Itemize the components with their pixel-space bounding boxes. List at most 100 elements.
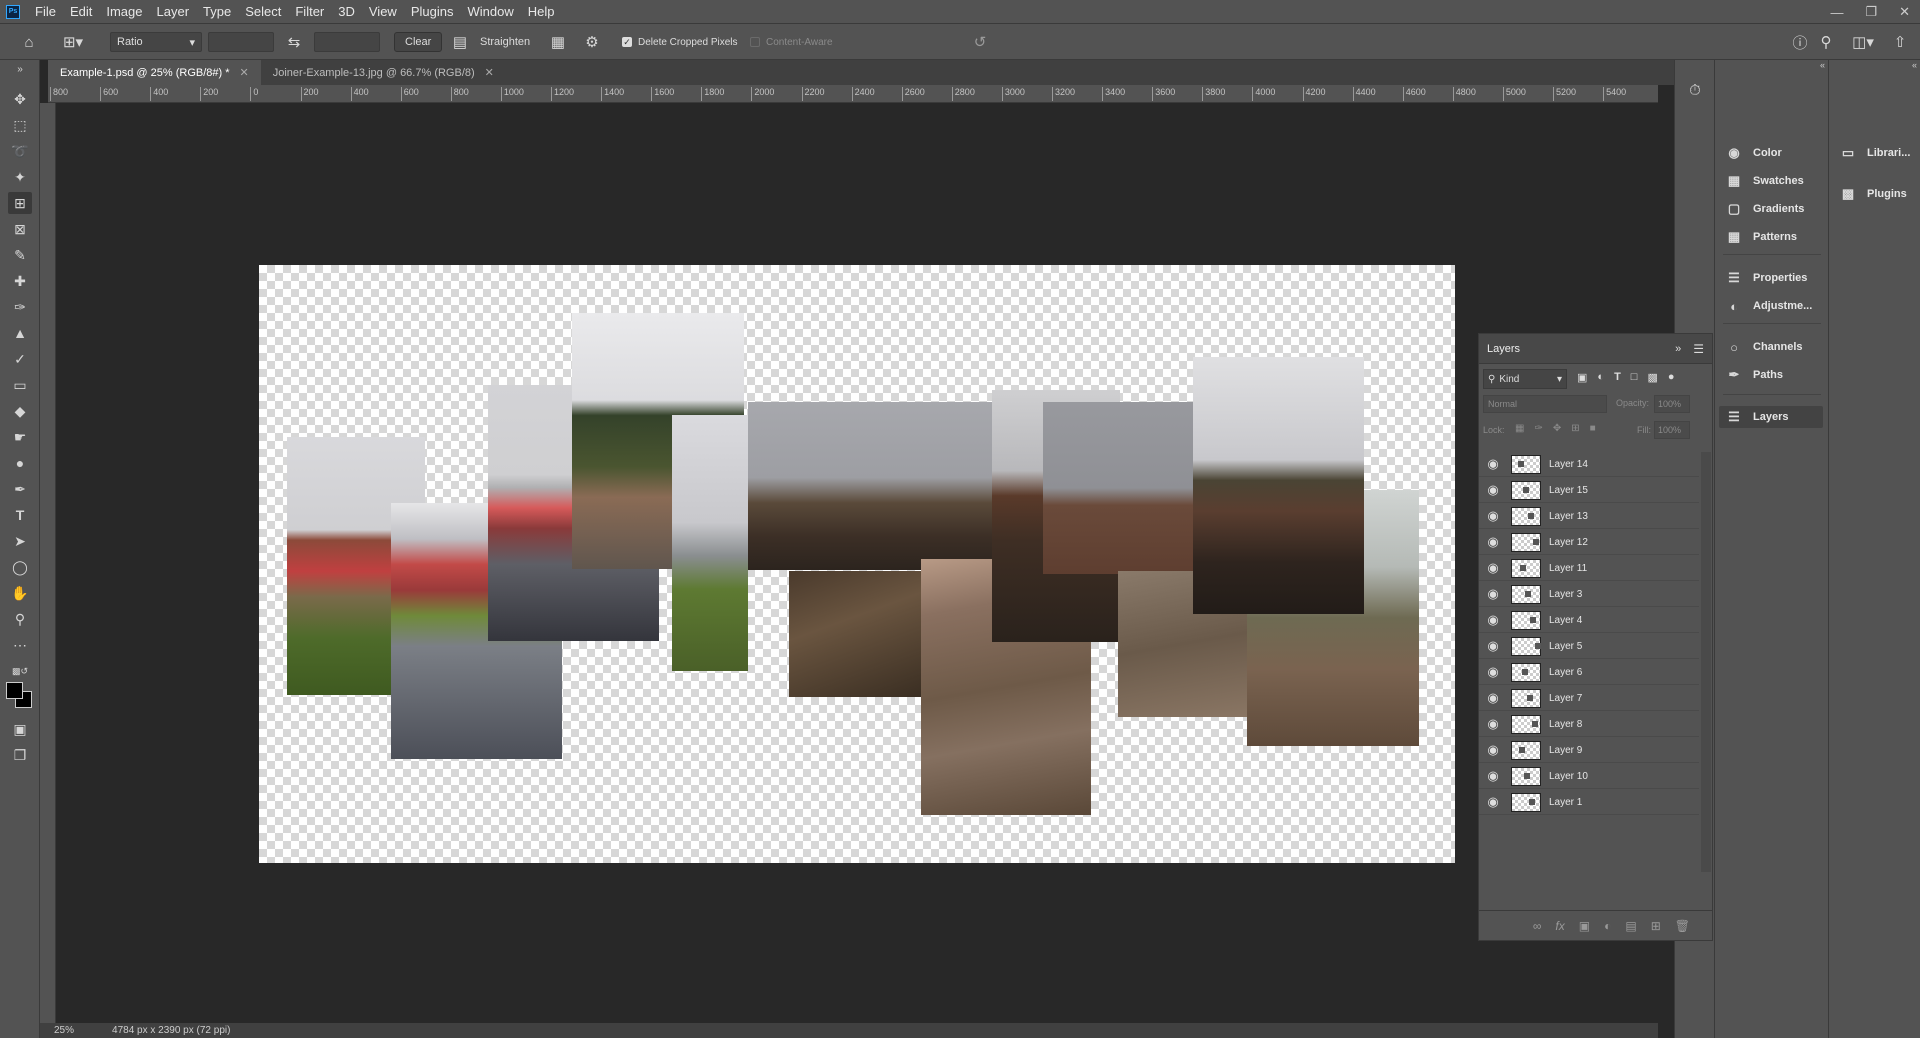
eraser-tool-icon[interactable]: ▭ <box>8 374 32 396</box>
path-selection-tool-icon[interactable]: ➤ <box>8 530 32 552</box>
layer-row[interactable]: ◉ Layer 13 <box>1479 504 1699 529</box>
clear-button[interactable]: Clear <box>394 32 443 52</box>
paint-bucket-tool-icon[interactable]: ◆ <box>8 400 32 422</box>
collapse-panel-icon[interactable]: » <box>1675 343 1681 355</box>
layer-row[interactable]: ◉ Layer 12 <box>1479 530 1699 555</box>
document-canvas[interactable] <box>259 265 1455 863</box>
layer-row[interactable]: ◉ Layer 4 <box>1479 608 1699 633</box>
restore-icon[interactable]: ❐ <box>1865 4 1877 20</box>
lock-all-icon[interactable]: ■ <box>1590 423 1596 434</box>
lock-artboard-icon[interactable]: ⊞ <box>1571 423 1579 434</box>
quick-mask-icon[interactable]: ▣ <box>8 718 32 740</box>
swap-icon[interactable]: ⇆ <box>284 32 304 52</box>
history-brush-tool-icon[interactable]: ✓ <box>8 348 32 370</box>
width-field[interactable] <box>208 32 274 52</box>
type-tool-icon[interactable]: T <box>8 504 32 526</box>
zoom-tool-icon[interactable]: ⚲ <box>8 608 32 630</box>
visibility-eye-icon[interactable]: ◉ <box>1479 638 1507 654</box>
layer-row[interactable]: ◉ Layer 8 <box>1479 712 1699 737</box>
visibility-eye-icon[interactable]: ◉ <box>1479 560 1507 576</box>
panel-tab-paths[interactable]: ✒ Paths <box>1725 364 1783 386</box>
frame-tool-icon[interactable]: ⊠ <box>8 218 32 240</box>
filter-type-icon[interactable]: T <box>1614 371 1621 384</box>
panel-menu-icon[interactable]: ☰ <box>1693 342 1704 356</box>
visibility-eye-icon[interactable]: ◉ <box>1479 742 1507 758</box>
filter-shape-icon[interactable]: □ <box>1631 371 1638 384</box>
visibility-eye-icon[interactable]: ◉ <box>1479 456 1507 472</box>
link-layers-icon[interactable]: ∞ <box>1533 919 1542 933</box>
move-tool-icon[interactable]: ✥ <box>8 88 32 110</box>
layers-scrollbar[interactable] <box>1701 452 1711 872</box>
checkbox-empty-icon[interactable] <box>750 37 760 47</box>
smudge-tool-icon[interactable]: ☛ <box>8 426 32 448</box>
menu-view[interactable]: View <box>362 0 404 24</box>
close-icon[interactable]: ✕ <box>1899 4 1910 20</box>
lock-transparent-icon[interactable]: ▦ <box>1515 423 1524 434</box>
panel-tab-properties[interactable]: ☰ Properties <box>1725 267 1807 289</box>
straighten-icon[interactable]: ▤ <box>450 32 470 52</box>
menu-layer[interactable]: Layer <box>150 0 197 24</box>
close-tab-icon[interactable]: ✕ <box>240 66 249 79</box>
layer-style-icon[interactable]: fx <box>1555 919 1564 933</box>
lock-position-icon[interactable]: ✥ <box>1553 423 1561 434</box>
brush-tool-icon[interactable]: ✑ <box>8 296 32 318</box>
panel-tab-color[interactable]: ◉ Color <box>1725 142 1781 164</box>
history-icon[interactable]: ⏱ <box>1685 80 1705 100</box>
reset-icon[interactable]: ↺ <box>970 32 990 52</box>
minimize-icon[interactable]: — <box>1830 5 1843 20</box>
layer-filter-select[interactable]: ⚲ Kind ▾ <box>1483 369 1567 389</box>
learn-icon[interactable]: ⓘ <box>1790 32 1810 52</box>
document-tab[interactable]: Joiner-Example-13.jpg @ 66.7% (RGB/8) ✕ <box>261 60 506 85</box>
search-icon[interactable]: ⚲ <box>1816 32 1836 52</box>
ellipse-tool-icon[interactable]: ◯ <box>8 556 32 578</box>
layer-row[interactable]: ◉ Layer 14 <box>1479 452 1699 477</box>
layer-row[interactable]: ◉ Layer 11 <box>1479 556 1699 581</box>
visibility-eye-icon[interactable]: ◉ <box>1479 716 1507 732</box>
panel-tab-librari[interactable]: ▭ Librari... <box>1839 142 1911 164</box>
panel-tab-gradients[interactable]: ▢ Gradients <box>1725 198 1805 220</box>
pen-tool-icon[interactable]: ✒ <box>8 478 32 500</box>
document-info[interactable]: 4784 px x 2390 px (72 ppi) <box>112 1025 230 1036</box>
screen-mode-icon[interactable]: ❐ <box>8 744 32 766</box>
visibility-eye-icon[interactable]: ◉ <box>1479 794 1507 810</box>
add-mask-icon[interactable]: ▣ <box>1579 919 1590 933</box>
visibility-eye-icon[interactable]: ◉ <box>1479 534 1507 550</box>
delete-layer-icon[interactable]: 🗑 <box>1675 919 1690 933</box>
visibility-eye-icon[interactable]: ◉ <box>1479 482 1507 498</box>
height-field[interactable] <box>314 32 380 52</box>
default-colors-icon[interactable]: ▩↺ <box>8 660 32 682</box>
menu-image[interactable]: Image <box>99 0 149 24</box>
panel-tab-adjustme[interactable]: ◐ Adjustme... <box>1725 295 1812 317</box>
fill-field[interactable]: 100% <box>1654 421 1690 439</box>
workspace-icon[interactable]: ◫▾ <box>1848 32 1878 52</box>
visibility-eye-icon[interactable]: ◉ <box>1479 664 1507 680</box>
panel-tab-layers[interactable]: ☰ Layers <box>1719 406 1823 428</box>
checkbox-checked-icon[interactable]: ✓ <box>622 37 632 47</box>
clone-stamp-tool-icon[interactable]: ▲ <box>8 322 32 344</box>
filter-pixel-icon[interactable]: ▣ <box>1577 371 1587 384</box>
blend-mode-select[interactable]: Normal <box>1483 395 1607 413</box>
document-tab[interactable]: Example-1.psd @ 25% (RGB/8#) * ✕ <box>48 60 261 85</box>
layer-row[interactable]: ◉ Layer 1 <box>1479 790 1699 815</box>
menu-type[interactable]: Type <box>196 0 238 24</box>
menu-select[interactable]: Select <box>238 0 288 24</box>
menu-3d[interactable]: 3D <box>331 0 362 24</box>
crop-icon[interactable]: ⊞▾ <box>58 32 88 52</box>
layer-row[interactable]: ◉ Layer 15 <box>1479 478 1699 503</box>
filter-adjustment-icon[interactable]: ◐ <box>1597 371 1604 384</box>
menu-window[interactable]: Window <box>460 0 520 24</box>
visibility-eye-icon[interactable]: ◉ <box>1479 768 1507 784</box>
visibility-eye-icon[interactable]: ◉ <box>1479 690 1507 706</box>
new-layer-icon[interactable]: ⊞ <box>1651 919 1661 933</box>
magic-wand-tool-icon[interactable]: ✦ <box>8 166 32 188</box>
menu-edit[interactable]: Edit <box>63 0 99 24</box>
collapse-dock-icon[interactable]: « <box>1829 60 1920 70</box>
visibility-eye-icon[interactable]: ◉ <box>1479 508 1507 524</box>
delete-cropped-checkbox[interactable]: ✓ Delete Cropped Pixels <box>622 32 738 52</box>
lasso-tool-icon[interactable]: ➰ <box>8 140 32 162</box>
crop-tool-icon[interactable]: ⊞ <box>8 192 32 214</box>
layer-row[interactable]: ◉ Layer 9 <box>1479 738 1699 763</box>
layer-row[interactable]: ◉ Layer 6 <box>1479 660 1699 685</box>
panel-tab-channels[interactable]: ○ Channels <box>1725 336 1802 358</box>
layer-row[interactable]: ◉ Layer 5 <box>1479 634 1699 659</box>
